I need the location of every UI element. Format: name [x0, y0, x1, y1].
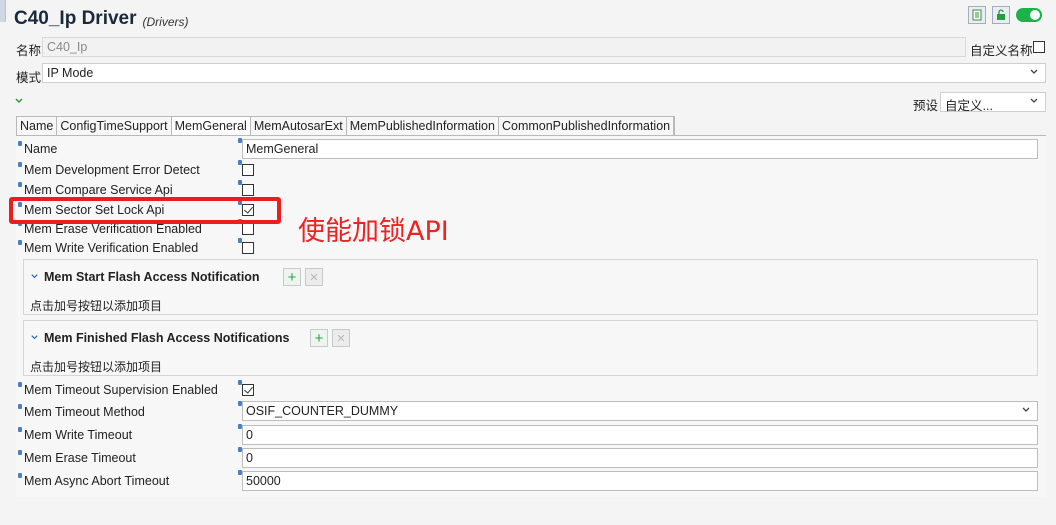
erase-verification-checkbox[interactable]: [242, 223, 254, 235]
page-subtitle: (Drivers): [142, 14, 189, 29]
preset-select[interactable]: 自定义...: [940, 92, 1046, 113]
param-label-write-timeout: Mem Write Timeout: [24, 428, 133, 442]
param-label-timeout-supervision: Mem Timeout Supervision Enabled: [24, 383, 218, 397]
highlight-box: [9, 197, 281, 224]
timeout-method-value: OSIF_COUNTER_DUMMY: [246, 404, 399, 418]
preset-select-value: 自定义...: [945, 99, 993, 113]
tab-mem-autosar-ext[interactable]: MemAutosarExt: [251, 117, 347, 135]
timeout-method-select[interactable]: OSIF_COUNTER_DUMMY: [242, 401, 1038, 421]
collapse-chevron-icon[interactable]: [14, 96, 24, 106]
param-label-erase-verification: Mem Erase Verification Enabled: [24, 222, 202, 236]
mode-select[interactable]: IP Mode: [42, 63, 1046, 83]
remove-icon[interactable]: ×: [332, 329, 350, 347]
mode-row-label: 模式: [16, 71, 42, 85]
param-label-dev-error-detect: Mem Development Error Detect: [24, 163, 200, 177]
annotation-text: 使能加锁API: [298, 216, 449, 247]
tab-name[interactable]: Name: [17, 117, 58, 135]
name-row-label: 名称: [16, 44, 42, 58]
dev-error-detect-checkbox[interactable]: [242, 164, 254, 176]
param-label-timeout-method: Mem Timeout Method: [24, 405, 145, 419]
left-edge-strip: [0, 0, 6, 22]
param-label-name: Name: [24, 142, 58, 156]
write-verification-checkbox[interactable]: [242, 242, 254, 254]
param-label-async-abort-timeout: Mem Async Abort Timeout: [24, 474, 170, 488]
tab-common-published-information[interactable]: CommonPublishedInformation: [499, 117, 675, 135]
timeout-supervision-checkbox[interactable]: [242, 384, 254, 396]
chevron-down-icon[interactable]: [30, 272, 39, 281]
page-title: C40_Ip Driver: [14, 8, 137, 29]
enable-toggle[interactable]: [1016, 8, 1042, 22]
chevron-down-icon: [1022, 407, 1030, 412]
group-title: Mem Start Flash Access Notification: [44, 270, 260, 284]
group-hint: 点击加号按钮以添加项目: [30, 360, 163, 374]
group-hint: 点击加号按钮以添加项目: [30, 299, 163, 313]
start-flash-access-notification-group: Mem Start Flash Access Notification + × …: [23, 259, 1038, 315]
group-title: Mem Finished Flash Access Notifications: [44, 331, 290, 345]
chevron-down-icon: [1030, 69, 1038, 74]
add-icon[interactable]: +: [310, 329, 328, 347]
unlock-icon[interactable]: [992, 6, 1010, 24]
finished-flash-access-notifications-group: Mem Finished Flash Access Notifications …: [23, 320, 1038, 376]
chevron-down-icon: [1030, 98, 1038, 103]
param-label-compare-service-api: Mem Compare Service Api: [24, 183, 173, 197]
custom-name-label: 自定义名称: [970, 44, 1033, 58]
erase-timeout-input[interactable]: 0: [242, 448, 1038, 468]
preset-label: 预设: [913, 99, 939, 113]
chevron-down-icon[interactable]: [30, 333, 39, 342]
tab-bar: Name ConfigTimeSupport MemGeneral MemAut…: [16, 116, 676, 135]
async-abort-timeout-input[interactable]: 50000: [242, 471, 1038, 491]
editor-header: C40_Ip Driver (Drivers): [14, 2, 1056, 36]
write-timeout-input[interactable]: 0: [242, 425, 1038, 445]
add-icon[interactable]: +: [283, 268, 301, 286]
header-toolbar: [968, 6, 1042, 24]
remove-icon[interactable]: ×: [305, 268, 323, 286]
tab-mem-general[interactable]: MemGeneral: [171, 117, 251, 135]
name-input[interactable]: MemGeneral: [242, 139, 1038, 159]
tab-config-time-support[interactable]: ConfigTimeSupport: [57, 117, 172, 135]
custom-name-checkbox[interactable]: [1033, 41, 1045, 53]
document-icon[interactable]: [968, 6, 986, 24]
name-field: C40_Ip: [42, 37, 966, 57]
mode-select-value: IP Mode: [47, 66, 94, 80]
param-label-erase-timeout: Mem Erase Timeout: [24, 451, 136, 465]
compare-service-api-checkbox[interactable]: [242, 184, 254, 196]
tab-mem-published-information[interactable]: MemPublishedInformation: [347, 117, 499, 135]
toggle-knob: [1030, 10, 1040, 20]
param-label-write-verification: Mem Write Verification Enabled: [24, 241, 199, 255]
